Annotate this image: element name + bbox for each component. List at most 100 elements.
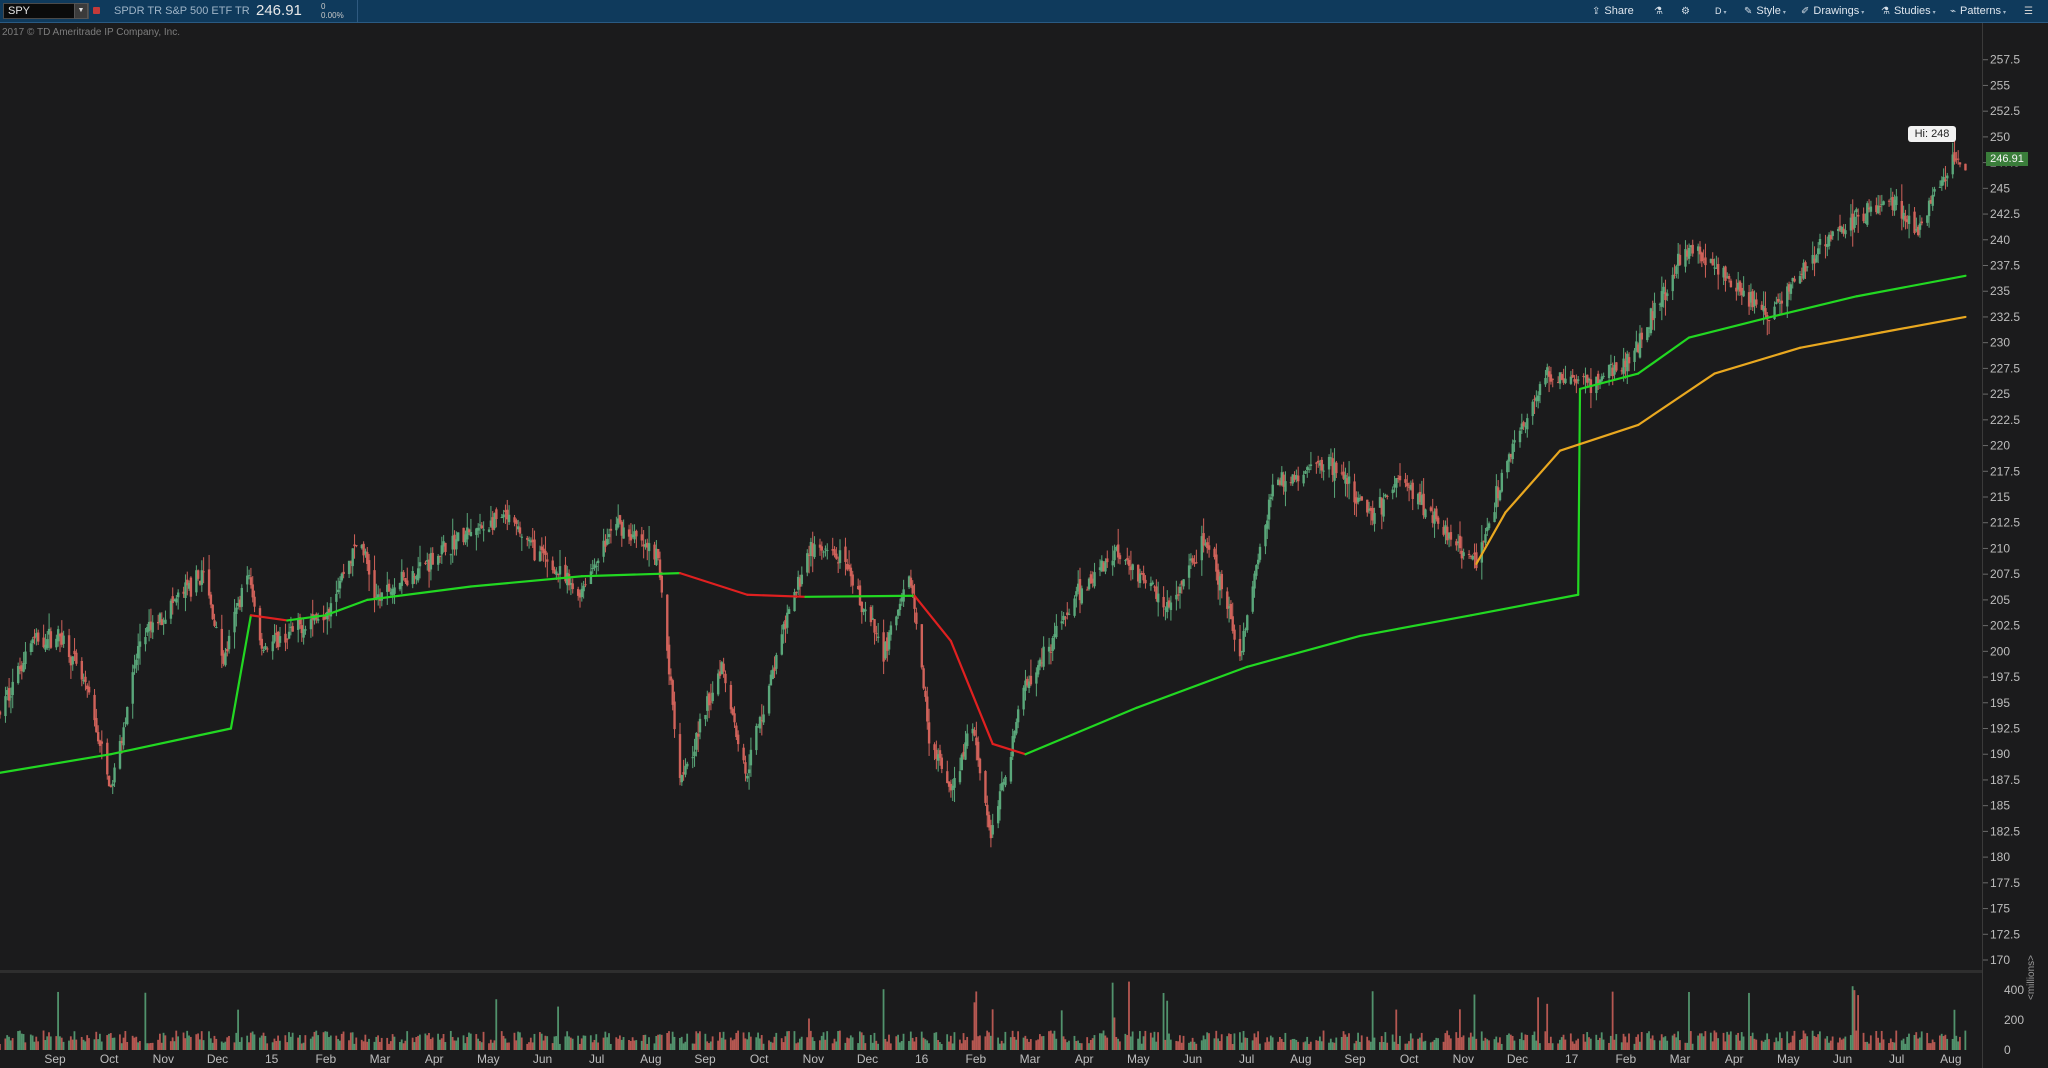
candle-body: [253, 596, 256, 607]
candle-body: [440, 545, 444, 555]
volume-bar: [1104, 1035, 1107, 1050]
candle-body: [933, 744, 936, 751]
candle-body: [402, 572, 405, 578]
volume-bar: [1149, 1032, 1152, 1050]
volume-bar: [162, 1032, 165, 1050]
volume-bar: [1329, 1038, 1332, 1050]
volume-bar: [951, 1043, 954, 1050]
volume-bar: [1817, 1034, 1819, 1050]
volume-bar: [997, 1037, 999, 1050]
candle-body: [656, 549, 660, 559]
volume-bar: [937, 1040, 939, 1050]
candle-body: [1780, 300, 1784, 304]
volume-bar: [582, 1035, 585, 1050]
volume-bar: [262, 1032, 265, 1050]
volume-bar: [542, 1040, 545, 1050]
volume-bar: [1919, 1037, 1921, 1050]
candle-body: [1844, 230, 1847, 235]
volume-bar: [1786, 1031, 1789, 1050]
volume-bar: [1806, 1036, 1809, 1050]
volume-bar: [1271, 1037, 1274, 1050]
candle-body: [824, 548, 827, 550]
candle-body: [316, 619, 320, 621]
candle-body: [93, 694, 96, 721]
volume-bar: [211, 1042, 214, 1050]
volume-bar: [1335, 1037, 1338, 1050]
volume-bar: [1753, 1038, 1756, 1050]
volume-bar: [1788, 1043, 1790, 1050]
volume-bar: [46, 1036, 49, 1050]
volume-bar: [1471, 1036, 1474, 1050]
candle-body: [1646, 327, 1649, 341]
candle-body: [111, 783, 114, 786]
volume-bar: [519, 1032, 521, 1050]
volume-bar: [631, 1037, 634, 1050]
volume-bar: [275, 1040, 278, 1050]
volume-bar: [693, 1043, 696, 1050]
moving-average-line: [1769, 295, 1858, 319]
volume-bar: [1804, 1033, 1807, 1050]
volume-bar: [835, 1041, 838, 1050]
candle-body: [1055, 625, 1058, 637]
volume-panel-divider[interactable]: [0, 970, 1982, 973]
candle-body: [1178, 586, 1182, 594]
volume-bar: [748, 1032, 750, 1050]
volume-bar: [1055, 1038, 1058, 1050]
volume-bar: [22, 1034, 25, 1050]
candle-body: [1215, 554, 1218, 572]
candle-body: [438, 555, 442, 557]
candle-body: [335, 593, 338, 602]
candle-body: [991, 825, 994, 835]
volume-bar: [546, 1036, 549, 1050]
volume-bar: [1675, 1037, 1678, 1050]
y-tick-label: 225: [1990, 387, 2010, 401]
candle-body: [938, 750, 942, 759]
volume-bar: [44, 1040, 47, 1050]
volume-bar: [1569, 1033, 1572, 1050]
candle-body: [1522, 422, 1525, 427]
candle-body: [211, 604, 214, 620]
volume-bar: [760, 1035, 763, 1050]
candle-body: [1436, 517, 1440, 524]
candle-body: [36, 632, 40, 642]
volume-bar: [324, 1031, 327, 1050]
volume-bar: [1166, 1000, 1169, 1050]
candle-body: [787, 609, 791, 614]
volume-bar: [1066, 1042, 1069, 1050]
volume-bar: [1673, 1033, 1676, 1050]
volume-bar: [813, 1041, 816, 1050]
x-tick-label: 15: [265, 1052, 279, 1066]
volume-bar: [495, 999, 498, 1050]
volume-bar: [1526, 1035, 1529, 1050]
volume-bar: [1608, 1042, 1610, 1050]
volume-bar: [1117, 1038, 1119, 1050]
volume-bar: [122, 1037, 125, 1050]
volume-bar: [1253, 1033, 1256, 1050]
candle-body: [1506, 461, 1509, 473]
volume-bar: [1597, 1039, 1599, 1050]
volume-bar: [695, 1031, 698, 1050]
x-tick-label: Dec: [1507, 1052, 1528, 1066]
volume-bar: [908, 1041, 910, 1050]
candle-body: [864, 609, 867, 612]
y-tick-label: 227.5: [1990, 361, 2020, 375]
candle-body: [1195, 562, 1198, 564]
volume-bar: [862, 1035, 865, 1050]
candle-body: [62, 635, 65, 644]
volume-bar: [131, 1035, 134, 1050]
candle-body: [144, 637, 147, 645]
y-tick-label: 177.5: [1990, 876, 2020, 890]
candle-body: [898, 603, 902, 610]
volume-bar: [1088, 1043, 1090, 1050]
volume-bar: [466, 1037, 469, 1050]
candle-body: [1666, 293, 1669, 296]
volume-bar: [1728, 1034, 1730, 1050]
candle-body: [1051, 638, 1054, 651]
price-chart[interactable]: 257.5255252.5250247.5245242.5240237.5235…: [0, 0, 2048, 1068]
candle-body: [376, 594, 380, 598]
volume-bar: [831, 1043, 834, 1050]
volume-bar: [788, 1031, 790, 1050]
volume-bar: [1457, 1037, 1459, 1050]
candle-body: [1269, 497, 1273, 500]
volume-bar: [491, 1042, 494, 1050]
